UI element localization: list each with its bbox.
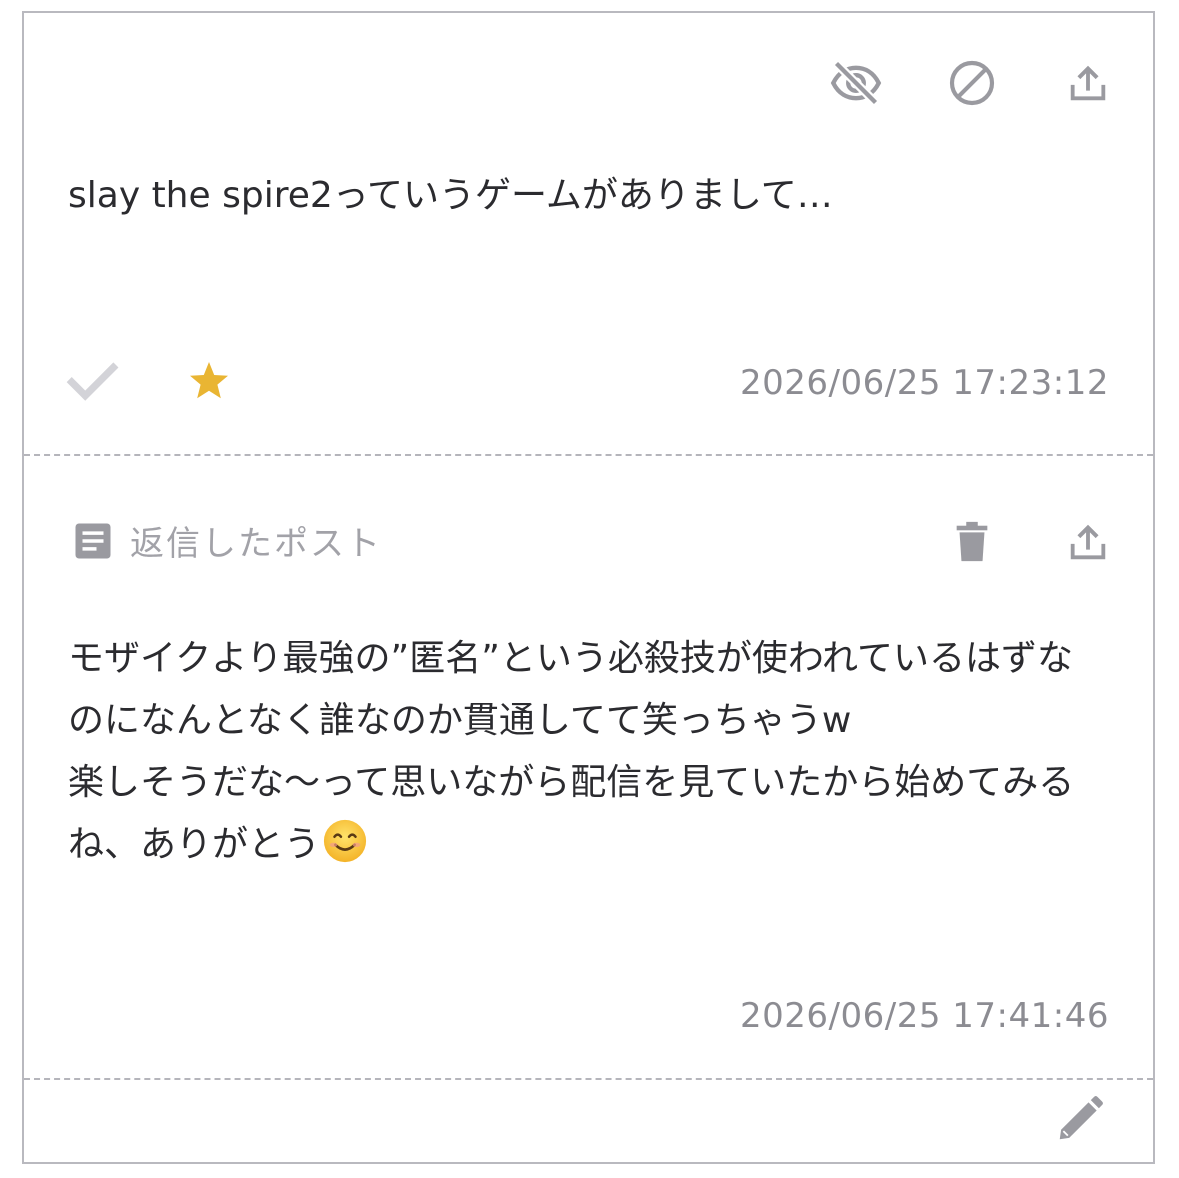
reply-label: 返信したポスト <box>130 524 382 564</box>
eye-off-icon <box>830 60 882 106</box>
reply-post: 返信したポスト モザイクより最強の”匿名”という必殺技が使われているはずなのにな… <box>24 458 1153 1078</box>
document-icon <box>75 523 111 558</box>
block-button[interactable] <box>944 55 1000 111</box>
section-divider <box>24 1078 1153 1080</box>
share-upload-icon <box>1070 524 1106 560</box>
check-button[interactable] <box>64 353 120 409</box>
share-upload-icon <box>1070 65 1106 101</box>
reply-share-button[interactable] <box>1060 514 1116 570</box>
reply-text: モザイクより最強の”匿名”という必殺技が使われているはずなのになんとなく誰なのか… <box>68 638 1075 865</box>
post-card: slay the spire2っていうゲームがありまして… 2026/06/25… <box>22 11 1155 1164</box>
pencil-icon <box>1059 1096 1103 1140</box>
smiling-face-emoji <box>323 819 367 863</box>
delete-button[interactable] <box>944 514 1000 570</box>
trash-icon <box>956 521 988 562</box>
post-timestamp: 2026/06/25 17:23:12 <box>740 363 1109 403</box>
section-divider <box>24 454 1153 456</box>
checkmark-icon <box>66 362 119 401</box>
original-post: slay the spire2っていうゲームがありまして… 2026/06/25… <box>24 13 1153 456</box>
reply-timestamp: 2026/06/25 17:41:46 <box>740 996 1109 1036</box>
block-icon <box>949 60 995 106</box>
post-text: slay the spire2っていうゲームがありまして… <box>68 175 833 216</box>
card-footer <box>24 1081 1153 1164</box>
hide-button[interactable] <box>828 55 884 111</box>
favorite-button[interactable] <box>181 353 237 409</box>
share-button[interactable] <box>1060 55 1116 111</box>
reply-text-block: モザイクより最強の”匿名”という必殺技が使われているはずなのになんとなく誰なのか… <box>68 628 1093 876</box>
edit-button[interactable] <box>1052 1091 1108 1147</box>
reply-header: 返信したポスト <box>72 516 382 565</box>
star-icon <box>190 362 228 399</box>
